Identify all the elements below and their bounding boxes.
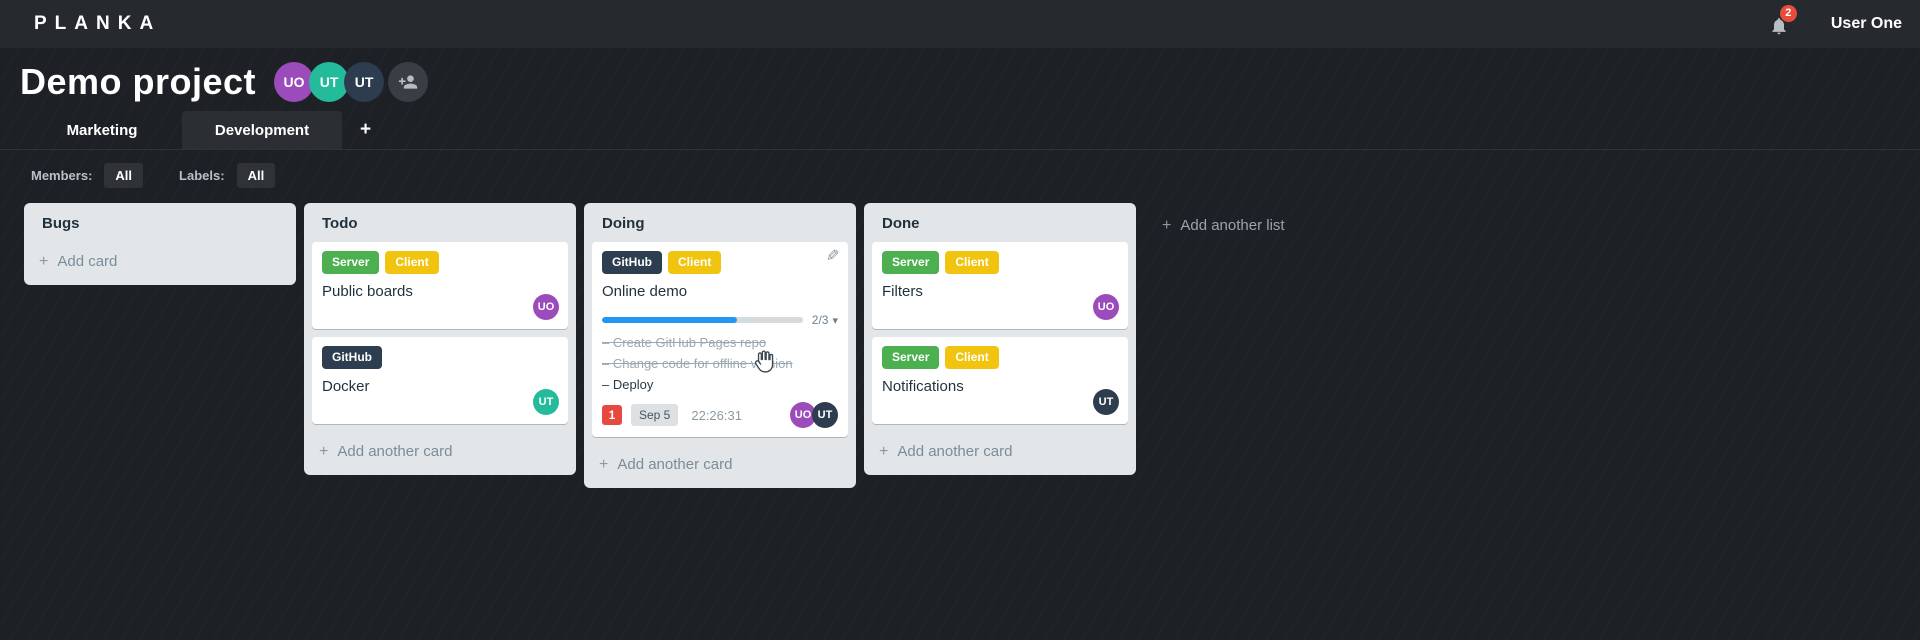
list-title[interactable]: Bugs	[24, 203, 296, 242]
add-card-button[interactable]: + Add another card	[864, 432, 1136, 473]
label-github: GitHub	[602, 251, 662, 274]
plus-icon: +	[599, 455, 609, 473]
add-card-label: Add card	[57, 253, 118, 270]
card-title: Docker	[322, 378, 370, 395]
card-filters[interactable]: Server Client Filters UO	[872, 242, 1128, 329]
label-server: Server	[882, 346, 940, 369]
tab-development[interactable]: Development	[182, 111, 342, 149]
label-client: Client	[385, 251, 439, 274]
card-title: Public boards	[322, 283, 413, 300]
tasks-progress: 2/3 ▾	[602, 313, 838, 327]
task-item[interactable]: – Deploy	[602, 377, 838, 393]
list-doing: Doing GitHub Client ✎ Online demo 2/3 ▾	[584, 203, 856, 488]
task-item[interactable]: – Create GitHub Pages repo	[602, 335, 838, 351]
notifications-button[interactable]: 2	[1769, 5, 1797, 36]
list-title[interactable]: Todo	[304, 203, 576, 242]
task-list: – Create GitHub Pages repo – Change code…	[602, 335, 838, 393]
chevron-down-icon[interactable]: ▾	[832, 314, 838, 327]
task-text: Deploy	[612, 377, 654, 392]
avatar[interactable]: UT	[344, 62, 385, 102]
avatar: UT	[1093, 389, 1119, 415]
due-date-badge[interactable]: Sep 5	[631, 404, 679, 426]
add-card-button[interactable]: + Add another card	[304, 432, 576, 473]
labels-filter-label: Labels:	[179, 168, 225, 183]
label-github: GitHub	[322, 346, 382, 369]
project-header: Demo project UO UT UT	[0, 48, 1920, 104]
card-title: Notifications	[882, 378, 964, 395]
avatar: UO	[533, 294, 559, 320]
label-client: Client	[945, 251, 999, 274]
plus-icon: +	[1162, 216, 1172, 234]
card-labels: GitHub	[322, 346, 558, 369]
tab-marketing[interactable]: Marketing	[22, 111, 182, 149]
task-bullet: –	[602, 377, 610, 392]
plus-icon: +	[39, 252, 49, 270]
progress-bar	[602, 317, 803, 323]
planka-logo[interactable]: PLANKA	[34, 13, 161, 35]
progress-count: 2/3	[811, 313, 829, 327]
avatar[interactable]: UO	[274, 62, 315, 102]
notification-count-badge: 2	[1779, 5, 1797, 22]
label-server: Server	[322, 251, 380, 274]
members-filter-label: Members:	[31, 168, 93, 183]
filters-bar: Members: All Labels: All	[0, 150, 1920, 199]
list-done: Done Server Client Filters UO Server Cli…	[864, 203, 1136, 475]
task-bullet: –	[602, 356, 610, 371]
user-menu[interactable]: User One	[1831, 15, 1902, 33]
card-docker[interactable]: GitHub Docker UT	[312, 337, 568, 424]
project-title[interactable]: Demo project	[20, 61, 256, 103]
list-title[interactable]: Doing	[584, 203, 856, 242]
avatar: UT	[812, 402, 838, 428]
card-notification-badge: 1	[602, 405, 622, 425]
list-bugs: Bugs + Add card	[24, 203, 296, 285]
board-tabs: Marketing Development +	[0, 104, 1920, 150]
card-labels: GitHub Client	[602, 251, 838, 274]
card-members: UO UT	[790, 402, 838, 428]
top-bar: PLANKA 2 User One	[0, 0, 1920, 48]
label-client: Client	[945, 346, 999, 369]
label-client: Client	[668, 251, 722, 274]
card-online-demo[interactable]: GitHub Client ✎ Online demo 2/3 ▾ – Crea…	[592, 242, 848, 437]
add-list-label: Add another list	[1180, 217, 1285, 234]
add-card-label: Add another card	[337, 443, 453, 460]
card-notifications[interactable]: Server Client Notifications UT	[872, 337, 1128, 424]
card-badges: 1 Sep 5 22:26:31 UO UT	[602, 402, 838, 428]
progress-fill	[602, 317, 737, 323]
add-board-button[interactable]: +	[346, 111, 385, 149]
avatar[interactable]: UT	[309, 62, 350, 102]
topbar-right: 2 User One	[1769, 5, 1904, 36]
edit-card-icon[interactable]: ✎	[826, 248, 839, 265]
add-card-button[interactable]: + Add card	[24, 242, 296, 283]
plus-icon: +	[879, 442, 889, 460]
labels-filter-value[interactable]: All	[236, 163, 276, 188]
avatar: UT	[533, 389, 559, 415]
add-list-button[interactable]: + Add another list	[1144, 204, 1303, 247]
person-add-icon	[398, 75, 418, 89]
task-bullet: –	[602, 335, 610, 350]
card-labels: Server Client	[882, 251, 1118, 274]
task-text: Create GitHub Pages repo	[612, 335, 767, 350]
list-title[interactable]: Done	[864, 203, 1136, 242]
card-title: Online demo	[602, 283, 688, 300]
task-item[interactable]: – Change code for offline version	[602, 356, 838, 372]
add-card-label: Add another card	[897, 443, 1013, 460]
add-card-label: Add another card	[617, 456, 733, 473]
project-members: UO UT UT	[274, 62, 429, 102]
card-labels: Server Client	[882, 346, 1118, 369]
card-title: Filters	[882, 283, 923, 300]
add-card-button[interactable]: + Add another card	[584, 445, 856, 486]
hand-cursor	[754, 350, 774, 373]
avatar: UO	[1093, 294, 1119, 320]
add-member-button[interactable]	[388, 62, 429, 102]
members-filter-value[interactable]: All	[104, 163, 144, 188]
list-todo: Todo Server Client Public boards UO GitH…	[304, 203, 576, 475]
timer-badge[interactable]: 22:26:31	[691, 408, 742, 423]
card-labels: Server Client	[322, 251, 558, 274]
label-server: Server	[882, 251, 940, 274]
plus-icon: +	[319, 442, 329, 460]
main-area: Demo project UO UT UT Marketing Developm…	[0, 48, 1920, 640]
card-public-boards[interactable]: Server Client Public boards UO	[312, 242, 568, 329]
board: Bugs + Add card Todo Server Client Publi…	[0, 199, 1920, 488]
